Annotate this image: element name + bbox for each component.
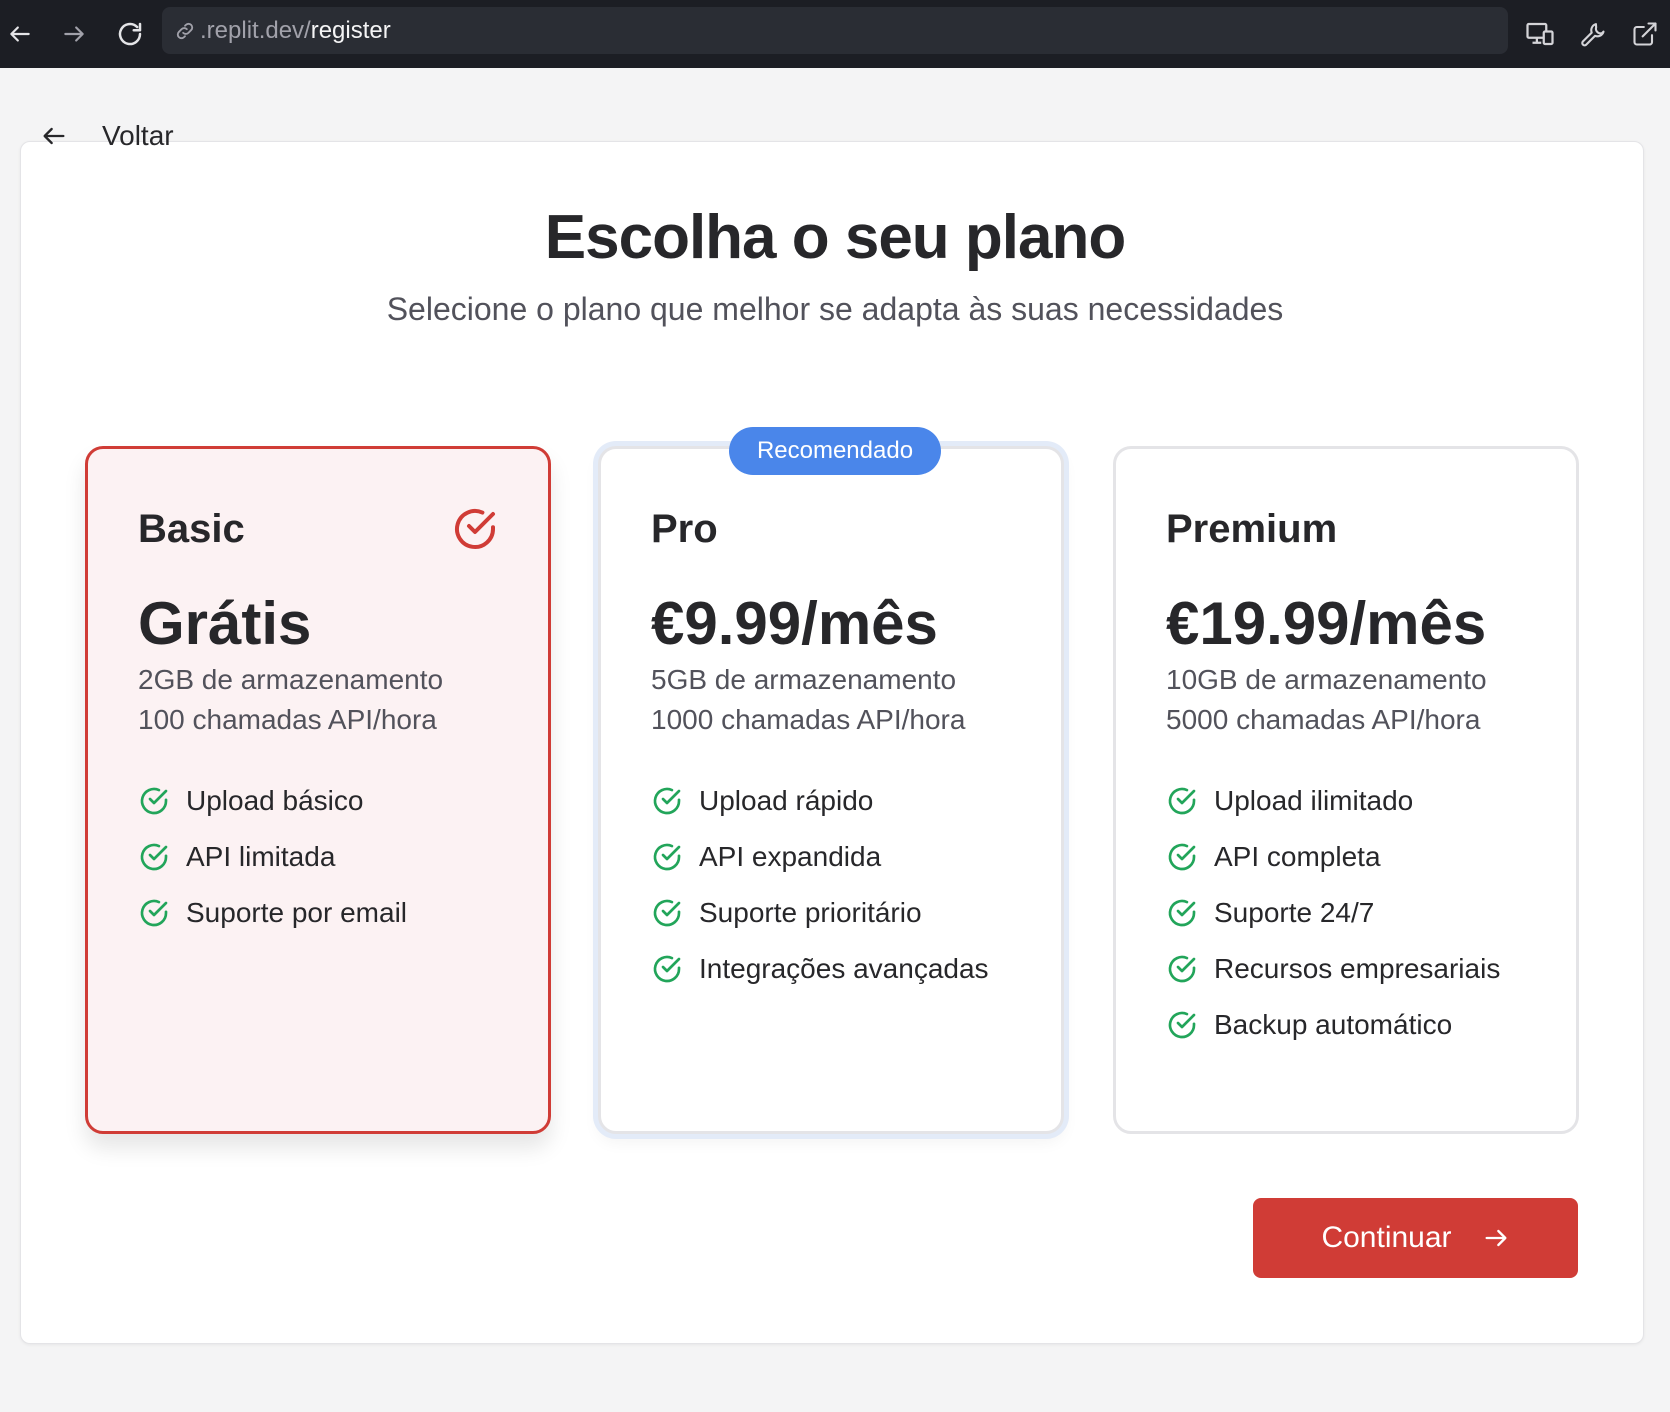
check-circle-icon (140, 899, 168, 927)
browser-back-button[interactable] (0, 14, 40, 54)
plan-name: Premium (1166, 507, 1338, 551)
check-circle-icon (653, 955, 681, 983)
devices-icon (1526, 22, 1554, 46)
feature-text: Backup automático (1214, 1009, 1453, 1040)
plan-card-premium[interactable]: Premium €19.99/mês 10GB de armazenamento… (1113, 446, 1579, 1134)
address-bar[interactable]: .replit.dev/register (162, 7, 1508, 54)
check-circle-icon (653, 787, 681, 815)
feature-text: Integrações avançadas (699, 953, 989, 984)
check-circle-icon (653, 843, 681, 871)
plan-storage: 10GB de armazenamento (1166, 664, 1487, 695)
feature-text: Recursos empresariais (1214, 953, 1501, 984)
arrow-left-icon (10, 26, 30, 42)
reload-button[interactable] (110, 14, 150, 54)
check-circle-icon (140, 787, 168, 815)
continue-label: Continuar (1321, 1221, 1452, 1254)
plan-card-basic[interactable]: Basic Grátis 2GB de armazenamento 100 ch… (85, 446, 551, 1134)
browser-forward-button[interactable] (54, 14, 94, 54)
url-text: .replit.dev/register (200, 17, 391, 45)
plan-name: Basic (138, 507, 245, 551)
url-host: .replit.dev/ (200, 16, 311, 44)
check-circle-icon (653, 899, 681, 927)
feature-text: Suporte por email (186, 897, 408, 928)
plan-api-limit: 100 chamadas API/hora (138, 704, 437, 735)
continue-button[interactable]: Continuar (1253, 1198, 1578, 1278)
feature-list: Upload rápido API expandida Suporte prio… (651, 773, 989, 997)
recommended-badge: Recomendado (729, 427, 941, 475)
feature-item: Suporte 24/7 (1166, 885, 1500, 941)
check-circle-icon (1168, 787, 1196, 815)
arrow-right-icon (1485, 1229, 1507, 1247)
feature-item: Recursos empresariais (1166, 941, 1500, 997)
check-circle-icon (1168, 955, 1196, 983)
tools-button[interactable] (1573, 14, 1613, 54)
feature-text: Upload ilimitado (1214, 785, 1414, 816)
feature-item: API limitada (138, 829, 407, 885)
feature-text: API completa (1214, 841, 1381, 872)
feature-text: Upload básico (186, 785, 364, 816)
open-external-button[interactable] (1625, 14, 1665, 54)
feature-text: API expandida (699, 841, 882, 872)
feature-item: Upload básico (138, 773, 407, 829)
check-circle-icon (1168, 1011, 1196, 1039)
feature-text: API limitada (186, 841, 336, 872)
arrow-left-icon (43, 127, 65, 145)
plan-name: Pro (651, 507, 718, 551)
devices-button[interactable] (1520, 14, 1560, 54)
plan-price: Grátis (138, 590, 312, 657)
plan-api-limit: 5000 chamadas API/hora (1166, 704, 1481, 735)
plan-price: €19.99/mês (1166, 590, 1487, 657)
feature-item: Suporte por email (138, 885, 407, 941)
link-icon (172, 18, 198, 44)
back-link[interactable]: Voltar (40, 118, 174, 154)
plan-api-limit: 1000 chamadas API/hora (651, 704, 966, 735)
arrow-right-icon (64, 26, 84, 42)
page-title: Escolha o seu plano (544, 203, 1126, 272)
feature-item: API completa (1166, 829, 1500, 885)
plan-card-pro[interactable]: Recomendado Pro €9.99/mês 5GB de armazen… (598, 427, 1064, 1134)
feature-text: Suporte 24/7 (1214, 897, 1375, 928)
plan-storage: 5GB de armazenamento (651, 664, 957, 695)
external-link-icon (1633, 22, 1657, 46)
plan-price: €9.99/mês (651, 590, 938, 657)
feature-text: Suporte prioritário (699, 897, 922, 928)
plan-storage: 2GB de armazenamento (138, 664, 444, 695)
feature-item: Suporte prioritário (651, 885, 989, 941)
url-path: register (310, 16, 391, 44)
feature-text: Upload rápido (699, 785, 874, 816)
check-circle-icon (455, 509, 495, 549)
check-circle-icon (140, 843, 168, 871)
wrench-icon (1581, 23, 1605, 47)
feature-item: Backup automático (1166, 997, 1500, 1053)
feature-item: Upload ilimitado (1166, 773, 1500, 829)
feature-item: Integrações avançadas (651, 941, 989, 997)
check-circle-icon (1168, 899, 1196, 927)
feature-item: API expandida (651, 829, 989, 885)
feature-list: Upload ilimitado API completa Suporte 24… (1166, 773, 1500, 1053)
feature-item: Upload rápido (651, 773, 989, 829)
browser-toolbar: .replit.dev/register (0, 0, 1670, 68)
check-circle-icon (1168, 843, 1196, 871)
page-subtitle: Selecione o plano que melhor se adapta à… (386, 291, 1284, 327)
reload-icon (118, 22, 142, 46)
back-label: Voltar (102, 120, 174, 151)
feature-list: Upload básico API limitada Suporte por e… (138, 773, 407, 941)
